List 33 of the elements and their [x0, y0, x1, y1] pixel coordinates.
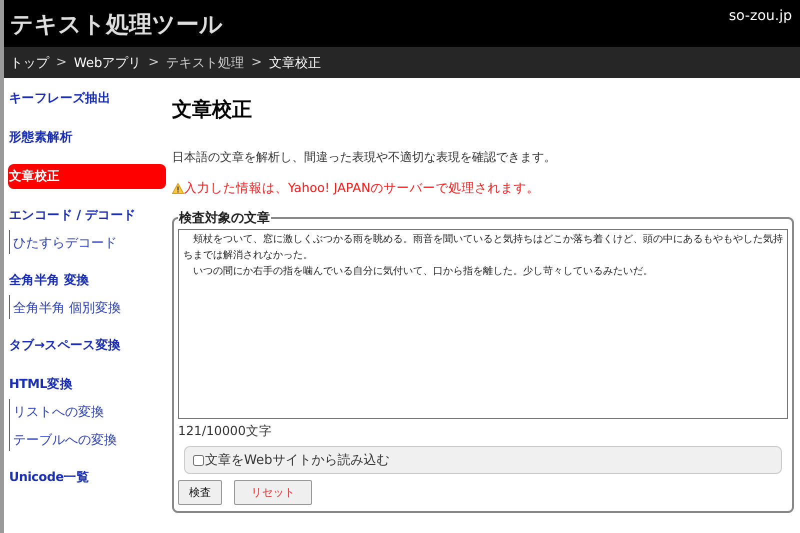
sidebar-item[interactable]: Unicode一覧: [8, 465, 166, 490]
check-button[interactable]: 検査: [178, 480, 222, 505]
warning-icon: [172, 183, 184, 194]
sidebar-subitem[interactable]: ひたすらデコード: [13, 234, 166, 252]
breadcrumb-link[interactable]: Webアプリ: [74, 54, 142, 72]
form-legend: 検査対象の文章: [178, 209, 271, 227]
sidebar-subitem[interactable]: リストへの変換: [13, 403, 166, 421]
sidebar-item[interactable]: キーフレーズ抽出: [8, 86, 166, 111]
sidebar-subitem[interactable]: 全角半角 個別変換: [13, 299, 166, 317]
warning-text: 入力した情報は、Yahoo! JAPANのサーバーで処理されます。: [184, 180, 540, 197]
sidebar-item[interactable]: 文章校正: [8, 164, 166, 189]
breadcrumb-link[interactable]: トップ: [10, 54, 49, 72]
breadcrumb-separator: >: [148, 55, 160, 70]
page-heading: 文章校正: [172, 96, 253, 123]
sidebar-item[interactable]: エンコード / デコード: [8, 203, 166, 228]
description-text: 日本語の文章を解析し、間違った表現や不適切な表現を確認できます。: [172, 149, 557, 166]
site-title[interactable]: テキスト処理ツール: [10, 9, 223, 40]
site-domain[interactable]: so-zou.jp: [728, 8, 792, 24]
breadcrumb-link[interactable]: 文章校正: [269, 54, 322, 72]
paragraph-text: いつの間にか右手の指を噛んでいる自分に気付いて、口から指を離した。少し苛々しているみたいだ。: [192, 264, 654, 279]
breadcrumb-text: テキスト処理: [166, 54, 244, 72]
paragraph-text: 頬杖をついて、窓に激しくぶつかる雨を眺める。雨音を聞いていると気持ちはどこか落ち着くけど、頭の中にあるもやもやした気持ちまでは解消されなかった。: [183, 232, 783, 263]
sidebar-item[interactable]: HTML変換: [8, 372, 166, 397]
character-count: 121/10000文字: [178, 423, 273, 440]
sidebar-item[interactable]: タブ→スペース変換: [8, 333, 166, 358]
sidebar-item[interactable]: 形態素解析: [8, 125, 166, 150]
breadcrumb-separator: >: [56, 55, 67, 70]
sidebar-item[interactable]: 全角半角 変換: [8, 268, 166, 293]
breadcrumb-separator: >: [251, 55, 262, 70]
load-checkbox[interactable]: [193, 454, 204, 466]
sidebar-subitem[interactable]: テーブルへの変換: [13, 431, 166, 449]
load-option-label[interactable]: 文章をWebサイトから読み込む: [205, 451, 390, 469]
text-input-field[interactable]: 頬杖をついて、窓に激しくぶつかる雨を眺める。雨音を聞いていると気持ちはどこか落ち着くけど、頭の中にあるもやもやした気持ちまでは解消されなかった。 いつの間にか右手の指を噛んでいる自分に気付いて、口から指を離した。少し苛々しているみたいだ。: [178, 229, 788, 419]
